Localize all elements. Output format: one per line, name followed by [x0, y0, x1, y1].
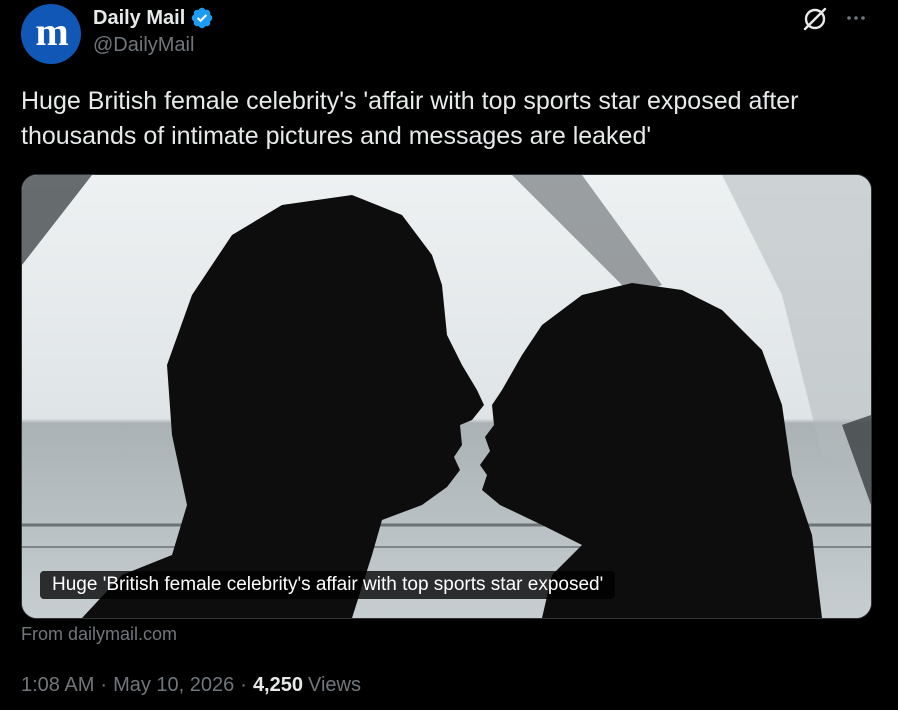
verified-badge-icon[interactable] [190, 6, 214, 30]
separator-dot: · [100, 674, 108, 696]
separator-dot: · [240, 674, 247, 696]
tweet-date[interactable]: May 10, 2026 [113, 674, 234, 697]
tweet-text: Huge British female celebrity's 'affair … [21, 87, 799, 150]
display-name[interactable]: Daily Mail [93, 7, 185, 30]
article-photo [22, 175, 871, 618]
daily-mail-logo-glyph: m [35, 9, 68, 54]
link-card[interactable]: Huge 'British female celebrity's affair … [21, 174, 872, 619]
tweet-meta: 1:08 AM · May 10, 2026 · 4,250 Views [21, 674, 361, 697]
grok-icon[interactable] [800, 4, 830, 34]
tweet: m Daily Mail @DailyMail Huge British fem… [0, 0, 898, 710]
link-source[interactable]: From dailymail.com [21, 624, 177, 645]
author-name-row: Daily Mail [93, 4, 214, 32]
more-options-icon[interactable] [844, 6, 868, 30]
tweet-time[interactable]: 1:08 AM [21, 674, 94, 697]
views-count[interactable]: 4,250 [253, 674, 303, 697]
author-handle[interactable]: @DailyMail [93, 34, 194, 57]
avatar[interactable]: m [21, 4, 81, 64]
media-caption: Huge 'British female celebrity's affair … [40, 571, 616, 599]
views-label: Views [308, 674, 361, 696]
